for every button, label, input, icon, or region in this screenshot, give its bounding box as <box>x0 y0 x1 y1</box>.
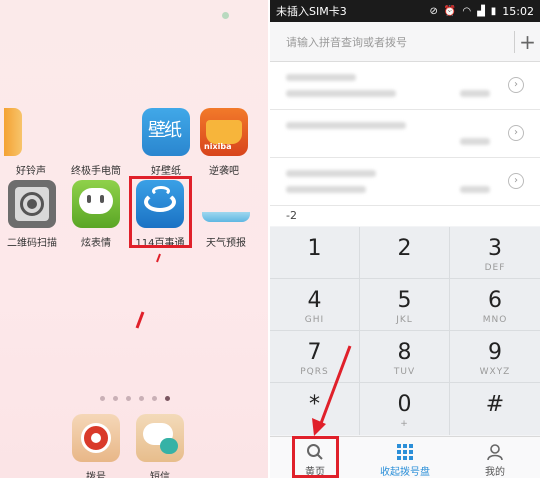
page-dot <box>139 396 144 401</box>
app-label: 拨号 <box>86 472 106 478</box>
page-dot <box>113 396 118 401</box>
dialer-screen: 未插入SIM卡3 ⊘ ⏰ ◠ ▟ ▮ 15:02 请输入拼音查询或者拨号 + ›… <box>270 0 540 478</box>
page-indicator <box>100 396 170 401</box>
home-screen: 好铃声 终极手电筒 壁纸 好壁纸 nixiba 逆袭吧 二维码扫描 炫表情 11… <box>0 0 268 478</box>
red-annotation-strokes <box>135 253 161 329</box>
page-dot <box>100 396 105 401</box>
page-dot-active <box>165 396 170 401</box>
phone-dial-icon <box>72 414 120 462</box>
page-dot <box>152 396 157 401</box>
sms-icon <box>136 414 184 462</box>
dock-app-sms[interactable]: 短信 <box>130 414 190 478</box>
red-arrow-annotation <box>312 345 352 436</box>
dock-app-dialer[interactable]: 拨号 <box>66 414 126 478</box>
app-label: 短信 <box>150 472 170 478</box>
page-dot <box>126 396 131 401</box>
